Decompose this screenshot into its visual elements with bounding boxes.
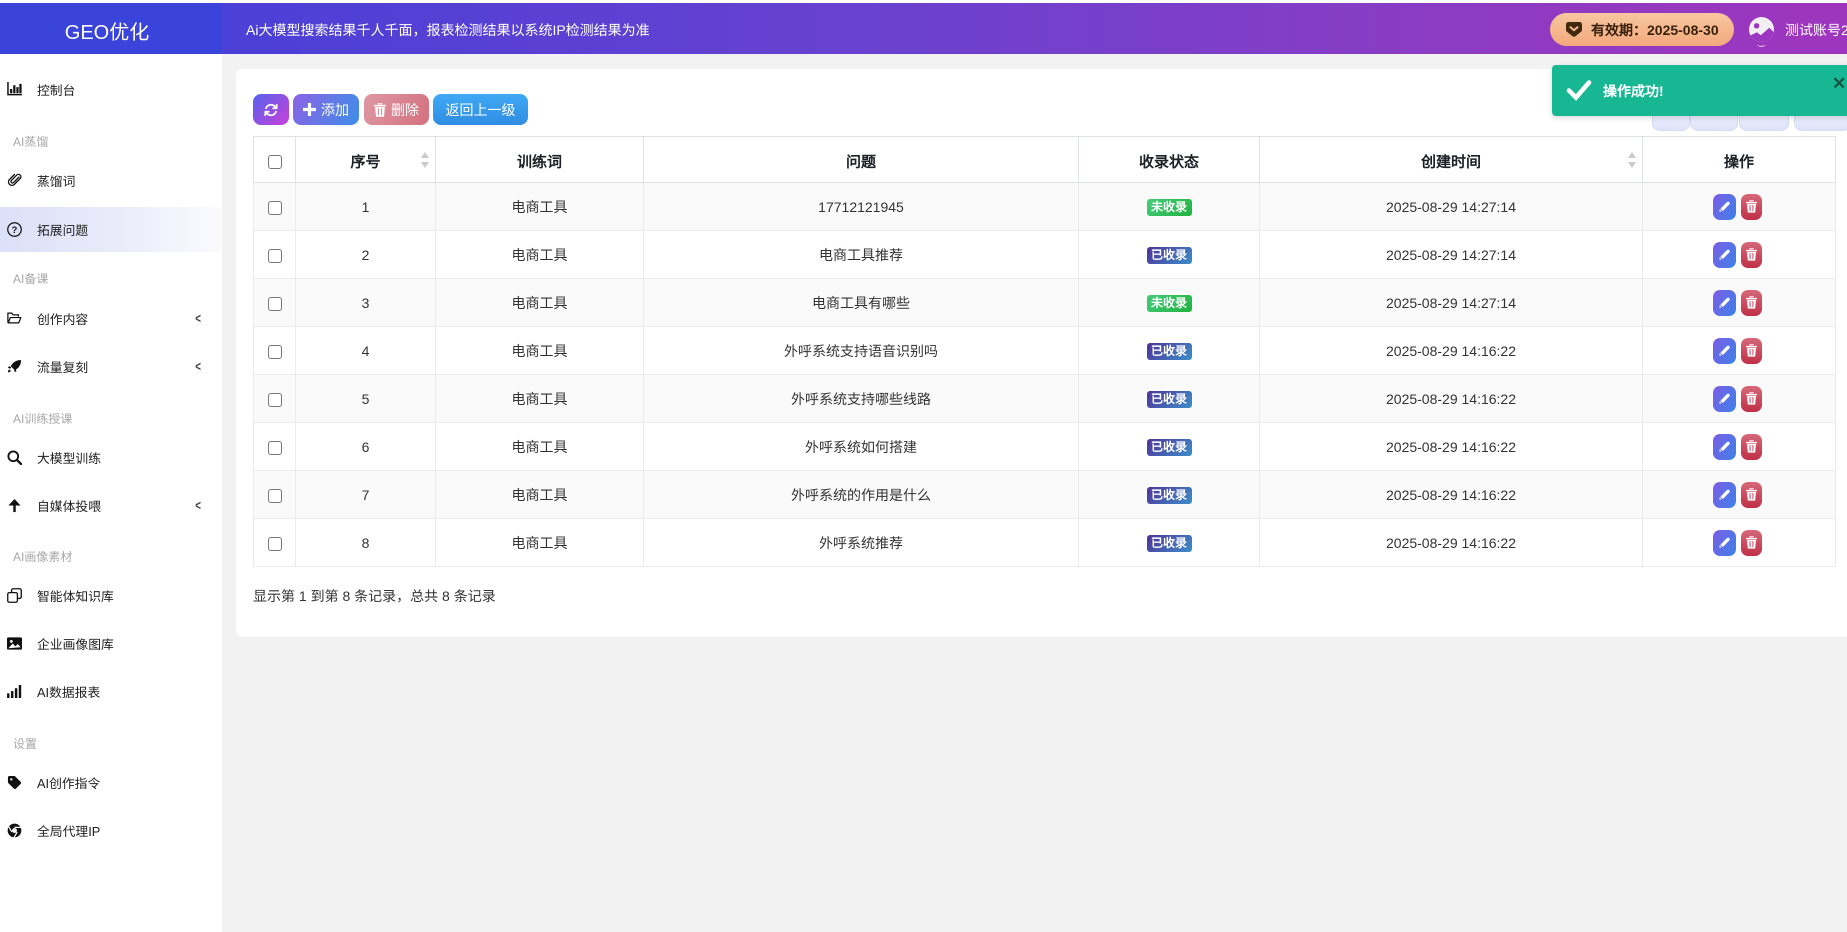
- svg-text:?: ?: [12, 225, 18, 235]
